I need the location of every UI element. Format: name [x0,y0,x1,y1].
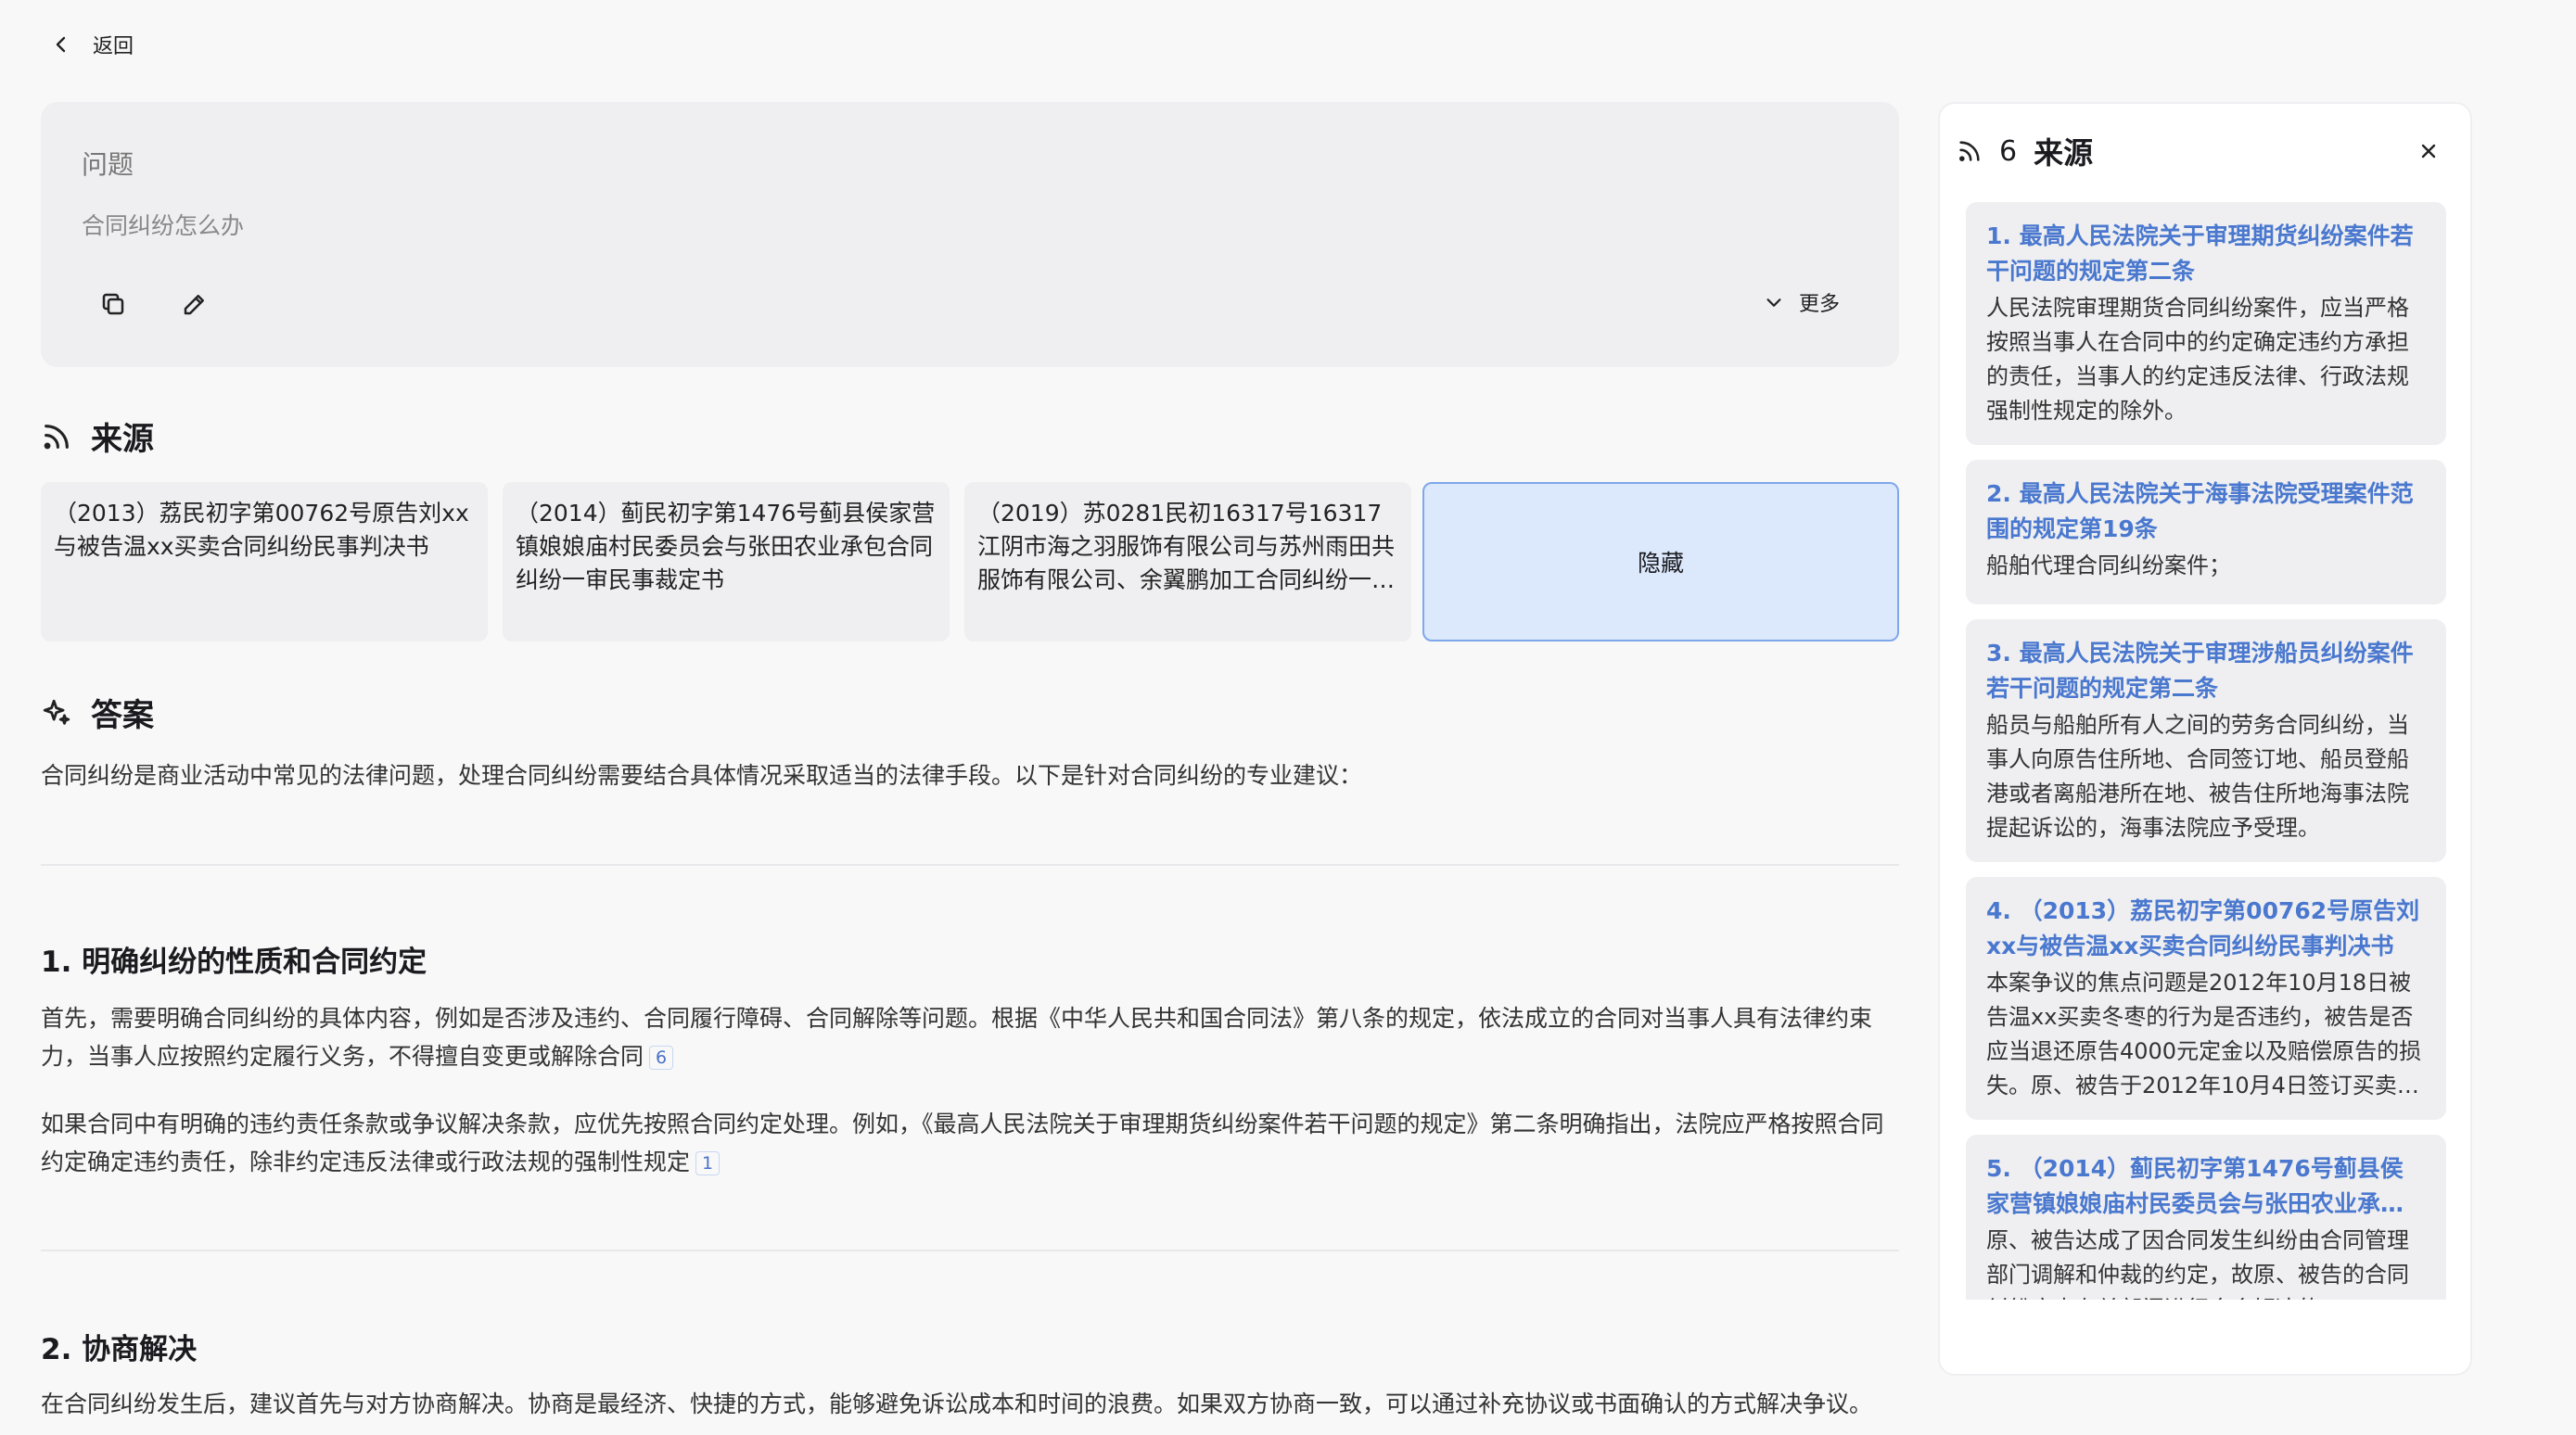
hide-sources-button[interactable]: 隐藏 [1422,482,1899,641]
paragraph-text: 如果合同中有明确的违约责任条款或争议解决条款，应优先按照合同约定处理。例如，《最… [41,1111,1884,1175]
answer-heading: 答案 [41,690,154,735]
source-card-text: （2019）苏0281民初16317号16317江阴市海之羽服饰有限公司与苏州雨… [977,500,1396,593]
citation-marker[interactable]: 6 [649,1046,674,1070]
question-card: 问题 合同纠纷怎么办 更多 [41,102,1899,367]
more-label: 更多 [1798,293,1840,316]
sources-list: 1. 最高人民法院关于审理期货纠纷案件若干问题的规定第二条 人民法院审理期货合同… [1966,202,2446,1300]
source-item-body: 本案争议的焦点问题是2012年10月18日被告温xx买卖冬枣的行为是否违约，被告… [1986,970,2422,1098]
copy-icon [102,293,124,315]
question-actions [93,284,215,324]
sources-heading: 来源 [41,413,154,459]
sources-title: 来源 [91,421,154,458]
source-item-title: 2. 最高人民法院关于海事法院受理案件范围的规定第19条 [1986,480,2414,542]
divider [41,864,1899,866]
question-title: 问题 [82,149,134,180]
sources-panel-title: 来源 [2034,135,2094,171]
source-card[interactable]: （2014）蓟民初字第1476号蓟县侯家营镇娘娘庙村民委员会与张田农业承包合同纠… [503,482,950,641]
rss-icon [44,424,69,449]
divider [41,1250,1899,1251]
source-item[interactable]: 2. 最高人民法院关于海事法院受理案件范围的规定第19条 船舶代理合同纠纷案件； [1966,460,2446,604]
source-item-title: 4. （2013）荔民初字第00762号原告刘xx与被告温xx买卖合同纠纷民事判… [1986,897,2420,959]
answer-section-2-title: 2. 协商解决 [41,1333,198,1366]
answer-section-2-paragraph-1: 在合同纠纷发生后，建议首先与对方协商解决。协商是最经济、快捷的方式，能够避免诉讼… [41,1391,1873,1417]
answer-section-1-paragraph-2: 如果合同中有明确的违约责任条款或争议解决条款，应优先按照合同约定处理。例如，《最… [41,1105,1899,1181]
sources-panel: 6 来源 1. 最高人民法院关于审理期货纠纷案件若干问题的规定第二条 人民法院审… [1938,102,2472,1376]
source-item[interactable]: 1. 最高人民法院关于审理期货纠纷案件若干问题的规定第二条 人民法院审理期货合同… [1966,202,2446,445]
answer-section-1-paragraph-1: 首先，需要明确合同纠纷的具体内容，例如是否涉及违约、合同履行障碍、合同解除等问题… [41,999,1899,1075]
source-item-body: 人民法院审理期货合同纠纷案件，应当严格按照当事人在合同中的约定确定违约方承担的责… [1986,295,2409,424]
answer-title: 答案 [91,697,154,734]
page: 返回 问题 合同纠纷怎么办 更多 来源 （2013）荔民初字第00762号原告刘… [0,0,2576,1435]
sources-count: 6 [1999,134,2018,168]
edit-button[interactable] [174,284,215,324]
source-item-body: 船员与船舶所有人之间的劳务合同纠纷，当事人向原告住所地、合同签订地、船员登船港或… [1986,712,2409,841]
close-button[interactable] [2413,135,2444,167]
question-text: 合同纠纷怎么办 [82,212,245,239]
source-item[interactable]: 5. （2014）蓟民初字第1476号蓟县侯家营镇娘娘庙村民委员会与张田农业承包… [1966,1135,2446,1300]
answer-section-1-title: 1. 明确纠纷的性质和合同约定 [41,946,427,979]
source-item-title: 3. 最高人民法院关于审理涉船员纠纷案件若干问题的规定第二条 [1986,640,2414,702]
source-item[interactable]: 3. 最高人民法院关于审理涉船员纠纷案件若干问题的规定第二条 船员与船舶所有人之… [1966,619,2446,862]
close-icon [2421,144,2436,159]
source-item[interactable]: 4. （2013）荔民初字第00762号原告刘xx与被告温xx买卖合同纠纷民事判… [1966,877,2446,1120]
rss-icon [1959,141,1980,161]
source-item-title: 5. （2014）蓟民初字第1476号蓟县侯家营镇娘娘庙村民委员会与张田农业承包… [1986,1155,2404,1217]
citation-marker[interactable]: 1 [695,1151,721,1175]
source-item-body: 船舶代理合同纠纷案件； [1986,552,2231,578]
source-card-text: （2013）荔民初字第00762号原告刘xx与被告温xx买卖合同纠纷民事判决书 [54,500,469,560]
chevron-down-icon [1766,298,1781,307]
main-content: 问题 合同纠纷怎么办 更多 来源 （2013）荔民初字第00762号原告刘xx与… [41,0,1899,1435]
sparkle-icon [43,699,70,725]
source-item-title: 1. 最高人民法院关于审理期货纠纷案件若干问题的规定第二条 [1986,222,2414,285]
sources-panel-header: 6 来源 [1957,130,2093,172]
answer-intro: 合同纠纷是商业活动中常见的法律问题，处理合同纠纷需要结合具体情况采取适当的法律手… [41,762,1363,789]
pencil-icon [184,295,204,315]
source-cards: （2013）荔民初字第00762号原告刘xx与被告温xx买卖合同纠纷民事判决书 … [41,482,1899,641]
source-item-body: 原、被告达成了因合同发生纠纷由合同管理部门调解和仲裁的约定，故原、被告的合同纠纷… [1986,1227,2409,1300]
paragraph-text: 首先，需要明确合同纠纷的具体内容，例如是否涉及违约、合同履行障碍、合同解除等问题… [41,1005,1873,1070]
source-card[interactable]: （2019）苏0281民初16317号16317江阴市海之羽服饰有限公司与苏州雨… [964,482,1411,641]
more-button[interactable]: 更多 [1764,287,1840,317]
copy-button[interactable] [93,284,134,324]
source-card-text: （2014）蓟民初字第1476号蓟县侯家营镇娘娘庙村民委员会与张田农业承包合同纠… [516,500,936,593]
source-card[interactable]: （2013）荔民初字第00762号原告刘xx与被告温xx买卖合同纠纷民事判决书 [41,482,488,641]
